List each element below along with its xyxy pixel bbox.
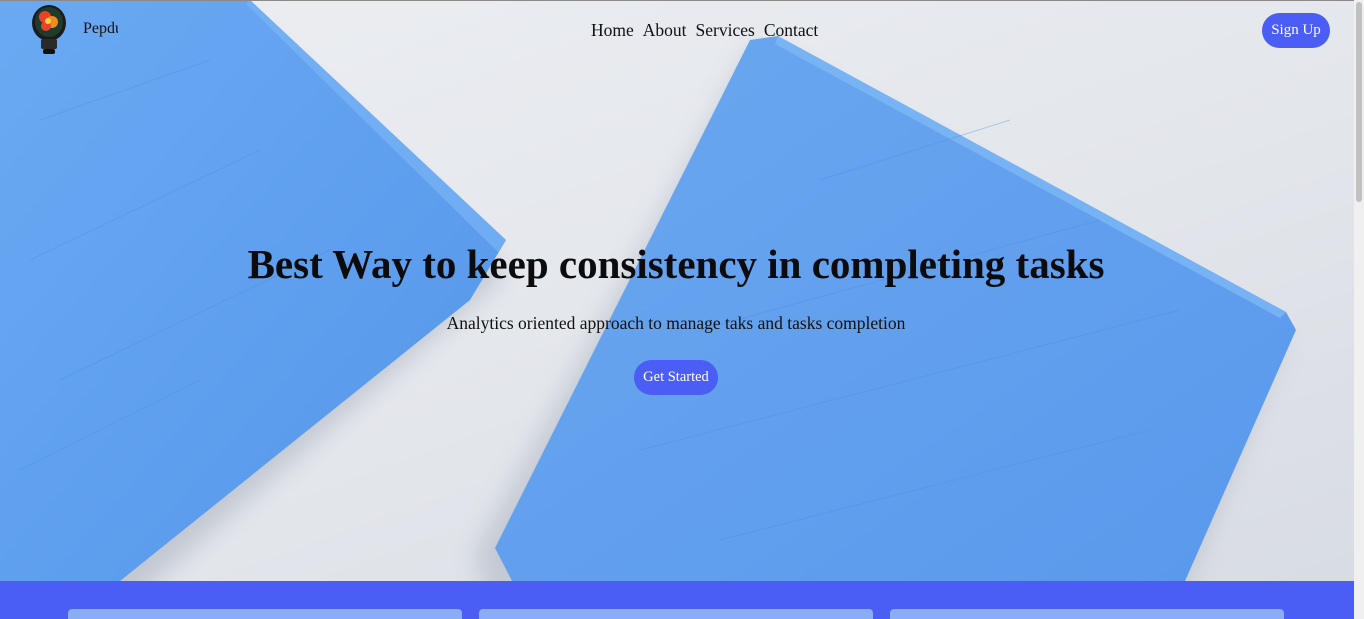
page-scrollbar[interactable] [1354, 0, 1364, 619]
hero-title: Best Way to keep consistency in completi… [247, 241, 1105, 287]
nav-links: Home About Services Contact [591, 20, 818, 41]
hero-background-image [0, 0, 1296, 581]
hero-subtitle: Analytics oriented approach to manage ta… [446, 313, 906, 333]
hero-section [0, 0, 1354, 581]
sign-up-button[interactable]: Sign Up [1262, 13, 1330, 48]
feature-card [890, 609, 1284, 619]
nav-link-contact[interactable]: Contact [764, 20, 818, 41]
feature-card [479, 609, 873, 619]
nav-link-home[interactable]: Home [591, 20, 634, 41]
get-started-button[interactable]: Get Started [634, 360, 718, 395]
lightbulb-logo-icon[interactable] [28, 3, 72, 55]
navbar: Pepdu Home About Services Contact Sign U… [0, 0, 1354, 58]
scrollbar-thumb[interactable] [1356, 2, 1362, 202]
nav-link-about[interactable]: About [643, 20, 687, 41]
feature-card [68, 609, 462, 619]
brand-name[interactable]: Pepdu [83, 20, 118, 38]
nav-link-services[interactable]: Services [696, 20, 755, 41]
feature-section [0, 581, 1354, 619]
landing-page: Pepdu Home About Services Contact Sign U… [0, 0, 1364, 619]
